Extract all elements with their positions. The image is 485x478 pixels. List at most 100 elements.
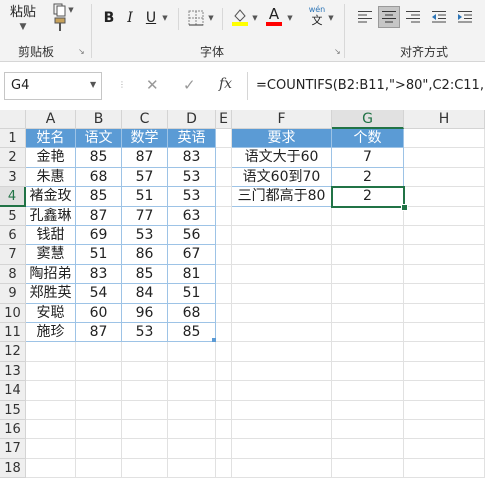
- cell-g13[interactable]: [332, 361, 404, 382]
- row-header-4[interactable]: 4: [0, 187, 26, 207]
- row-header-10[interactable]: 10: [0, 303, 26, 323]
- cell-h9[interactable]: [404, 284, 485, 304]
- table-header-cell[interactable]: 姓名: [26, 129, 76, 149]
- cell-e16[interactable]: [216, 420, 232, 440]
- column-header-a[interactable]: A: [26, 110, 76, 129]
- cell-a14[interactable]: [26, 381, 76, 401]
- cell-b12[interactable]: [76, 342, 122, 362]
- row-header-17[interactable]: 17: [0, 439, 26, 459]
- cell-e11[interactable]: [216, 323, 232, 343]
- table-cell[interactable]: 60: [76, 303, 122, 323]
- table-cell[interactable]: 63: [168, 206, 216, 226]
- formula-input[interactable]: =COUNTIFS(B2:B11,">80",C2:C11,">80: [247, 72, 485, 100]
- cell-e7[interactable]: [216, 245, 232, 265]
- align-right-icon[interactable]: [402, 6, 424, 28]
- cell-g10[interactable]: [332, 303, 404, 323]
- insert-function-icon[interactable]: fx: [219, 76, 232, 92]
- cell-g14[interactable]: [332, 381, 404, 401]
- column-header-g[interactable]: G: [332, 110, 404, 129]
- table-cell[interactable]: 51: [76, 245, 122, 265]
- cell-f10[interactable]: [232, 303, 332, 323]
- table-cell[interactable]: 87: [76, 206, 122, 226]
- select-all-corner[interactable]: [0, 110, 26, 129]
- cell-f12[interactable]: [232, 342, 332, 362]
- cell-d15[interactable]: [168, 400, 216, 420]
- paste-dropdown-chevron-icon[interactable]: ▼: [8, 20, 38, 34]
- row-header-3[interactable]: 3: [0, 167, 26, 188]
- name-box-dropdown-chevron-icon[interactable]: ▼: [90, 80, 96, 89]
- cell-g5[interactable]: [332, 206, 404, 226]
- cell-g6[interactable]: [332, 226, 404, 246]
- borders-dropdown-chevron-icon[interactable]: ▼: [206, 12, 216, 24]
- cell-h10[interactable]: [404, 303, 485, 323]
- cell-h1[interactable]: [404, 129, 485, 149]
- cell-f13[interactable]: [232, 361, 332, 382]
- cell-e6[interactable]: [216, 226, 232, 246]
- row-header-16[interactable]: 16: [0, 420, 26, 440]
- increase-indent-icon[interactable]: [454, 6, 476, 28]
- row-header-5[interactable]: 5: [0, 206, 26, 226]
- summary-header-cell[interactable]: 要求: [232, 129, 332, 149]
- cell-a13[interactable]: [26, 361, 76, 382]
- cell-f6[interactable]: [232, 226, 332, 246]
- table-cell[interactable]: 54: [76, 284, 122, 304]
- table-cell[interactable]: 安聪: [26, 303, 76, 323]
- cell-b17[interactable]: [76, 439, 122, 459]
- cell-a15[interactable]: [26, 400, 76, 420]
- cell-e2[interactable]: [216, 148, 232, 168]
- phonetic-dropdown-chevron-icon[interactable]: ▼: [326, 12, 336, 24]
- cell-f17[interactable]: [232, 439, 332, 459]
- cell-g16[interactable]: [332, 420, 404, 440]
- table-cell[interactable]: 53: [122, 323, 168, 343]
- fill-handle[interactable]: [401, 203, 408, 211]
- cell-e9[interactable]: [216, 284, 232, 304]
- table-cell[interactable]: 87: [76, 323, 122, 343]
- table-cell[interactable]: 81: [168, 264, 216, 285]
- summary-cell[interactable]: 语文60到70: [232, 167, 332, 188]
- cell-c12[interactable]: [122, 342, 168, 362]
- cell-e14[interactable]: [216, 381, 232, 401]
- underline-dropdown-chevron-icon[interactable]: ▼: [160, 12, 170, 24]
- cell-c16[interactable]: [122, 420, 168, 440]
- cell-e18[interactable]: [216, 458, 232, 478]
- table-cell[interactable]: 朱惠: [26, 167, 76, 188]
- row-header-1[interactable]: 1: [0, 129, 26, 149]
- table-cell[interactable]: 陶招弟: [26, 264, 76, 285]
- copy-dropdown-chevron-icon[interactable]: ▼: [66, 4, 76, 16]
- cell-e10[interactable]: [216, 303, 232, 323]
- row-header-2[interactable]: 2: [0, 148, 26, 168]
- table-cell[interactable]: 53: [168, 187, 216, 207]
- cell-f16[interactable]: [232, 420, 332, 440]
- row-header-9[interactable]: 9: [0, 284, 26, 304]
- cell-h14[interactable]: [404, 381, 485, 401]
- table-cell[interactable]: 孔鑫琳: [26, 206, 76, 226]
- cell-h8[interactable]: [404, 264, 485, 285]
- cell-e17[interactable]: [216, 439, 232, 459]
- table-cell[interactable]: 68: [76, 167, 122, 188]
- underline-button[interactable]: U: [142, 8, 160, 28]
- table-cell[interactable]: 84: [122, 284, 168, 304]
- bold-button[interactable]: B: [100, 8, 118, 28]
- row-header-11[interactable]: 11: [0, 323, 26, 343]
- borders-icon[interactable]: [186, 8, 206, 28]
- table-cell[interactable]: 86: [122, 245, 168, 265]
- cell-a18[interactable]: [26, 458, 76, 478]
- cell-c17[interactable]: [122, 439, 168, 459]
- cell-h12[interactable]: [404, 342, 485, 362]
- cell-h5[interactable]: [404, 206, 485, 226]
- table-cell[interactable]: 郑胜英: [26, 284, 76, 304]
- font-color-dropdown-chevron-icon[interactable]: ▼: [285, 12, 295, 24]
- table-cell[interactable]: 褚金玫: [26, 187, 76, 207]
- cell-a16[interactable]: [26, 420, 76, 440]
- table-cell[interactable]: 68: [168, 303, 216, 323]
- cell-g7[interactable]: [332, 245, 404, 265]
- table-cell[interactable]: 83: [76, 264, 122, 285]
- table-cell[interactable]: 69: [76, 226, 122, 246]
- italic-button[interactable]: I: [121, 8, 139, 28]
- format-painter-icon[interactable]: [50, 16, 70, 34]
- table-resize-handle-icon[interactable]: [212, 338, 216, 343]
- enter-icon[interactable]: ✓: [183, 76, 196, 94]
- table-cell[interactable]: 85: [76, 148, 122, 168]
- row-header-13[interactable]: 13: [0, 361, 26, 382]
- column-header-h[interactable]: H: [404, 110, 485, 129]
